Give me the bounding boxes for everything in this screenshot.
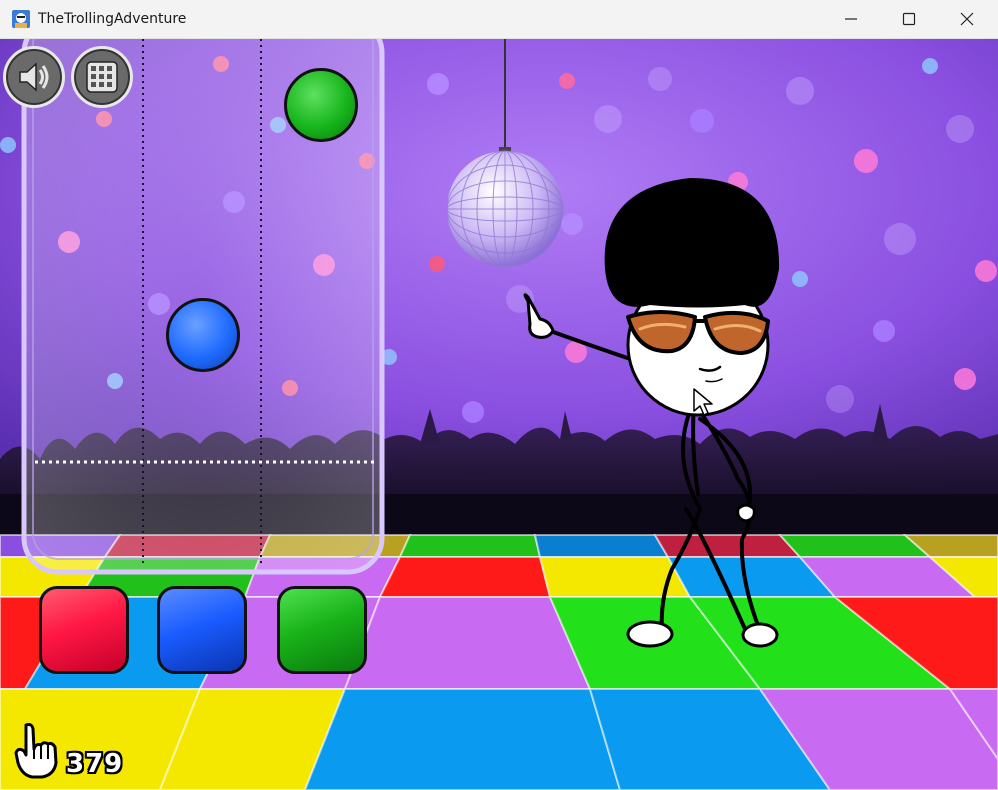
app-window: TheTrollingAdventure 379 — [0, 0, 998, 790]
minimize-button[interactable] — [822, 0, 880, 38]
app-icon — [12, 10, 30, 28]
red-pad-button[interactable] — [39, 586, 129, 674]
window-title: TheTrollingAdventure — [38, 11, 187, 27]
close-button[interactable] — [938, 0, 996, 38]
disco-scene — [0, 39, 998, 790]
maximize-icon — [902, 12, 916, 26]
hand-pointer-icon — [14, 723, 58, 779]
sound-button[interactable] — [3, 46, 65, 108]
mouse-cursor-icon — [693, 388, 713, 416]
level-menu-button[interactable] — [71, 46, 133, 108]
title-bar: TheTrollingAdventure — [0, 0, 998, 39]
falling-note-blue — [166, 298, 240, 372]
blue-pad-button[interactable] — [157, 586, 247, 674]
click-counter: 379 — [66, 749, 124, 779]
green-pad-button[interactable] — [277, 586, 367, 674]
maximize-button[interactable] — [880, 0, 938, 38]
minimize-icon — [845, 18, 857, 20]
falling-note-green — [284, 68, 358, 142]
level-menu-icon — [86, 61, 118, 93]
close-icon — [960, 12, 974, 26]
game-canvas[interactable]: 379 — [0, 39, 998, 790]
sound-icon — [19, 62, 49, 92]
